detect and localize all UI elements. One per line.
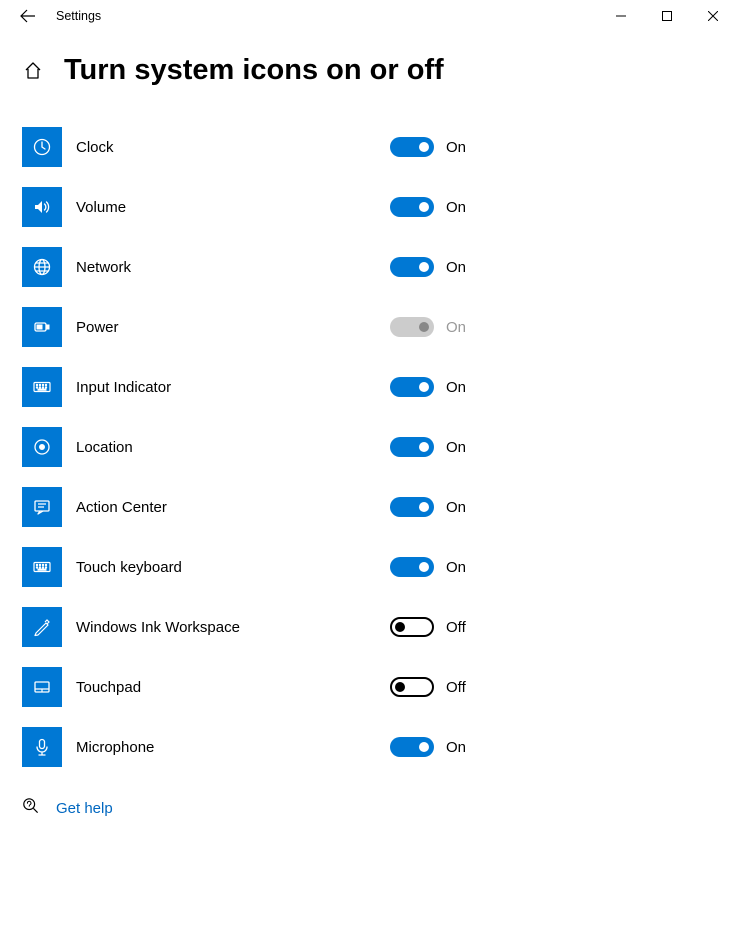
home-icon bbox=[23, 61, 43, 81]
setting-row: Touchpad Off bbox=[22, 667, 736, 707]
toggle-state-label: On bbox=[446, 139, 466, 156]
toggle-switch[interactable] bbox=[390, 677, 434, 697]
setting-label: Clock bbox=[76, 139, 376, 156]
microphone-icon[interactable] bbox=[22, 727, 62, 767]
setting-row: Clock On bbox=[22, 127, 736, 167]
setting-label: Power bbox=[76, 319, 376, 336]
ink-icon[interactable] bbox=[22, 607, 62, 647]
window-controls bbox=[598, 0, 736, 32]
touchpad-icon[interactable] bbox=[22, 667, 62, 707]
setting-row: Volume On bbox=[22, 187, 736, 227]
toggle-switch[interactable] bbox=[390, 197, 434, 217]
toggle-state-label: On bbox=[446, 259, 466, 276]
help-label: Get help bbox=[56, 800, 113, 817]
toggle-group: On bbox=[390, 437, 466, 457]
toggle-group: On bbox=[390, 317, 466, 337]
setting-row: Power On bbox=[22, 307, 736, 347]
clock-icon[interactable] bbox=[22, 127, 62, 167]
toggle-group: On bbox=[390, 557, 466, 577]
location-icon[interactable] bbox=[22, 427, 62, 467]
toggle-state-label: On bbox=[446, 559, 466, 576]
page-header: Turn system icons on or off bbox=[0, 54, 736, 87]
get-help-link[interactable]: Get help bbox=[0, 797, 736, 820]
setting-row: Microphone On bbox=[22, 727, 736, 767]
setting-label: Windows Ink Workspace bbox=[76, 619, 376, 636]
toggle-switch[interactable] bbox=[390, 257, 434, 277]
toggle-group: On bbox=[390, 197, 466, 217]
toggle-state-label: On bbox=[446, 439, 466, 456]
setting-label: Network bbox=[76, 259, 376, 276]
network-icon[interactable] bbox=[22, 247, 62, 287]
toggle-state-label: Off bbox=[446, 679, 466, 696]
back-button[interactable] bbox=[8, 0, 48, 32]
toggle-group: On bbox=[390, 257, 466, 277]
toggle-group: On bbox=[390, 497, 466, 517]
toggle-state-label: On bbox=[446, 739, 466, 756]
toggle-switch[interactable] bbox=[390, 437, 434, 457]
setting-label: Touch keyboard bbox=[76, 559, 376, 576]
toggle-switch[interactable] bbox=[390, 377, 434, 397]
window-title: Settings bbox=[56, 9, 101, 23]
toggle-state-label: On bbox=[446, 319, 466, 336]
keyboard-icon[interactable] bbox=[22, 547, 62, 587]
page-title: Turn system icons on or off bbox=[64, 54, 444, 87]
setting-row: Action Center On bbox=[22, 487, 736, 527]
keyboard-icon[interactable] bbox=[22, 367, 62, 407]
toggle-switch bbox=[390, 317, 434, 337]
setting-row: Location On bbox=[22, 427, 736, 467]
toggle-switch[interactable] bbox=[390, 737, 434, 757]
close-icon bbox=[708, 11, 718, 21]
volume-icon[interactable] bbox=[22, 187, 62, 227]
help-icon bbox=[22, 797, 40, 820]
maximize-button[interactable] bbox=[644, 0, 690, 32]
toggle-group: On bbox=[390, 737, 466, 757]
action-icon[interactable] bbox=[22, 487, 62, 527]
toggle-state-label: On bbox=[446, 379, 466, 396]
minimize-button[interactable] bbox=[598, 0, 644, 32]
home-button[interactable] bbox=[22, 60, 44, 82]
setting-row: Touch keyboard On bbox=[22, 547, 736, 587]
setting-label: Input Indicator bbox=[76, 379, 376, 396]
toggle-group: Off bbox=[390, 617, 466, 637]
setting-label: Touchpad bbox=[76, 679, 376, 696]
close-button[interactable] bbox=[690, 0, 736, 32]
toggle-switch[interactable] bbox=[390, 137, 434, 157]
setting-label: Location bbox=[76, 439, 376, 456]
power-icon[interactable] bbox=[22, 307, 62, 347]
toggle-group: On bbox=[390, 377, 466, 397]
maximize-icon bbox=[662, 11, 672, 21]
setting-label: Microphone bbox=[76, 739, 376, 756]
settings-list: ClockOnVolumeOnNetworkOnPowerOnInput Ind… bbox=[0, 127, 736, 767]
minimize-icon bbox=[616, 11, 626, 21]
setting-row: Input Indicator On bbox=[22, 367, 736, 407]
toggle-group: Off bbox=[390, 677, 466, 697]
toggle-state-label: On bbox=[446, 199, 466, 216]
toggle-switch[interactable] bbox=[390, 617, 434, 637]
setting-label: Volume bbox=[76, 199, 376, 216]
setting-row: Network On bbox=[22, 247, 736, 287]
toggle-switch[interactable] bbox=[390, 557, 434, 577]
toggle-state-label: On bbox=[446, 499, 466, 516]
titlebar: Settings bbox=[0, 0, 736, 32]
setting-label: Action Center bbox=[76, 499, 376, 516]
back-arrow-icon bbox=[20, 8, 36, 24]
toggle-group: On bbox=[390, 137, 466, 157]
toggle-switch[interactable] bbox=[390, 497, 434, 517]
setting-row: Windows Ink Workspace Off bbox=[22, 607, 736, 647]
toggle-state-label: Off bbox=[446, 619, 466, 636]
